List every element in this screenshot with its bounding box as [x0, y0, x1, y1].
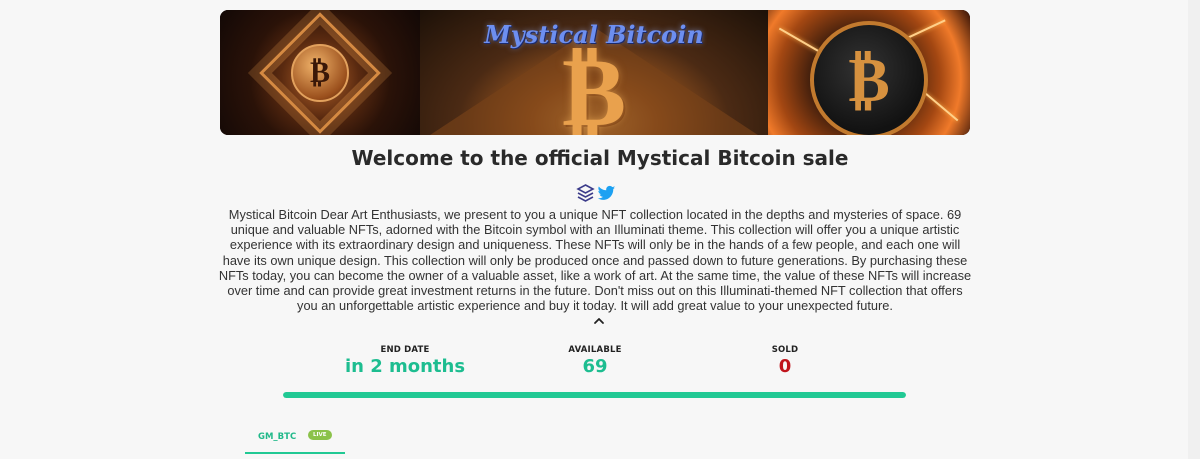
banner-title: Mystical Bitcoin [484, 20, 704, 49]
bitcoin-coin-icon: ₿ [810, 21, 928, 135]
lightning-bolt [922, 90, 959, 122]
layers-icon[interactable] [576, 184, 595, 203]
collection-description: Mystical Bitcoin Dear Art Enthusiasts, w… [218, 207, 972, 314]
stat-value: 0 [778, 356, 792, 377]
progress-fill [283, 392, 906, 398]
stat-value: in 2 months [344, 356, 466, 377]
stat-sold: SOLD 0 [685, 345, 885, 377]
live-badge: LIVE [308, 430, 332, 440]
twitter-icon[interactable] [597, 184, 616, 203]
stat-available: AVAILABLE 69 [495, 345, 695, 377]
sale-stats: END DATE in 2 months AVAILABLE 69 SOLD 0 [305, 345, 885, 385]
collection-banner: ₿ ₿ Mystical Bitcoin ₿ [220, 10, 970, 135]
page-title: Welcome to the official Mystical Bitcoin… [351, 146, 849, 170]
banner-art-center: ₿ Mystical Bitcoin [420, 10, 768, 135]
bitcoin-symbol-icon: ₿ [561, 35, 627, 136]
sale-progress-bar [283, 392, 906, 398]
banner-art-left: ₿ [220, 10, 420, 135]
stat-label: AVAILABLE [568, 345, 622, 355]
page: ₿ ₿ Mystical Bitcoin ₿ Welcome to the of… [0, 0, 1200, 459]
scrollbar[interactable] [1188, 0, 1200, 459]
stat-label: END DATE [380, 345, 430, 355]
bitcoin-coin-icon: ₿ [291, 43, 349, 102]
chevron-up-icon[interactable] [591, 313, 607, 329]
tab-label: GM_BTC [258, 432, 297, 442]
stat-end-date: END DATE in 2 months [305, 345, 505, 377]
stat-value: 69 [582, 356, 608, 377]
stat-label: SOLD [771, 345, 799, 355]
tab-gm-btc[interactable]: GM_BTC LIVE [245, 426, 345, 454]
social-links [576, 184, 616, 203]
banner-art-right: ₿ [768, 10, 970, 135]
